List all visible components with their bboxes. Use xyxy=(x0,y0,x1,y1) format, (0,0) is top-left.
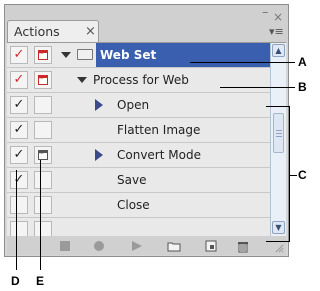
scroll-down-button[interactable]: ▼ xyxy=(272,221,285,234)
toggle-dialog-box[interactable] xyxy=(34,146,52,164)
toggle-item-checkbox xyxy=(10,221,28,237)
toggle-dialog-box[interactable] xyxy=(34,96,52,114)
toggle-dialog-box xyxy=(34,221,52,237)
panel-tab-bar: Actions × – × ▾≡ xyxy=(5,5,288,43)
actions-panel: Actions × – × ▾≡ ✓ Web Set ✓ Process for… xyxy=(4,4,289,257)
toggle-dialog-box[interactable] xyxy=(34,171,52,189)
command-name[interactable]: Open xyxy=(117,93,270,117)
stop-icon[interactable] xyxy=(59,240,71,252)
scroll-up-button[interactable]: ▲ xyxy=(272,44,285,57)
callout-line-b xyxy=(220,87,295,88)
callout-label-e: E xyxy=(36,274,45,288)
list-item[interactable]: ✓ Open xyxy=(7,93,286,118)
toggle-item-checkbox[interactable] xyxy=(10,196,28,214)
expand-triangle-icon[interactable] xyxy=(95,99,103,111)
callout-line-a xyxy=(190,62,295,63)
folder-icon xyxy=(77,49,93,60)
toggle-dialog-box[interactable] xyxy=(34,121,52,139)
list-item[interactable]: ✓ Process for Web xyxy=(7,68,286,93)
expand-triangle-icon[interactable] xyxy=(61,52,71,58)
thumb-grip xyxy=(276,133,282,134)
action-name[interactable]: Process for Web xyxy=(93,68,270,92)
toggle-dialog-box[interactable] xyxy=(34,46,52,64)
list-item[interactable]: ✓ Web Set xyxy=(7,43,286,68)
tab-actions[interactable]: Actions × xyxy=(7,20,99,43)
scroll-thumb[interactable] xyxy=(273,113,284,153)
toggle-item-checkbox[interactable]: ✓ xyxy=(10,146,28,164)
actions-toolbar xyxy=(7,236,286,255)
list-item[interactable]: ✓ Flatten Image xyxy=(7,118,286,143)
resize-grip-icon[interactable] xyxy=(275,244,284,253)
play-icon[interactable] xyxy=(131,240,143,252)
callout-bracket-c-bottom xyxy=(266,241,290,242)
thumb-grip xyxy=(276,130,282,131)
new-action-icon[interactable] xyxy=(205,240,217,252)
callout-label-a: A xyxy=(298,55,307,69)
panel-menu-icon[interactable]: ▾≡ xyxy=(269,26,284,37)
toggle-item-checkbox[interactable]: ✓ xyxy=(10,46,28,64)
trash-icon[interactable] xyxy=(237,240,249,253)
list-item[interactable]: ✓ Save xyxy=(7,168,286,193)
toggle-item-checkbox[interactable]: ✓ xyxy=(10,96,28,114)
close-icon[interactable]: × xyxy=(273,11,283,23)
actions-list: ✓ Web Set ✓ Process for Web ✓ Open ✓ Fla… xyxy=(7,42,286,237)
command-name[interactable]: Convert Mode xyxy=(117,143,270,167)
dialog-icon xyxy=(38,50,48,60)
set-name[interactable]: Web Set xyxy=(96,43,270,67)
vertical-scrollbar[interactable]: ▲ ▼ xyxy=(270,43,286,236)
command-name[interactable]: Save xyxy=(117,168,270,192)
minimize-icon[interactable]: – xyxy=(262,6,269,19)
toggle-item-checkbox[interactable]: ✓ xyxy=(10,171,28,189)
record-icon[interactable] xyxy=(93,240,105,252)
callout-bracket-c-top xyxy=(266,106,290,107)
command-name[interactable]: Close xyxy=(117,193,270,217)
expand-triangle-icon[interactable] xyxy=(77,77,87,83)
dialog-icon xyxy=(38,75,48,85)
list-item[interactable]: ✓ Convert Mode xyxy=(7,143,286,168)
callout-line-c xyxy=(289,175,297,176)
callout-label-d: D xyxy=(11,274,20,288)
thumb-grip xyxy=(276,136,282,137)
new-set-folder-icon[interactable] xyxy=(167,240,181,252)
toggle-item-checkbox[interactable]: ✓ xyxy=(10,121,28,139)
toggle-dialog-box[interactable] xyxy=(34,196,52,214)
tab-close-icon[interactable]: × xyxy=(85,21,96,43)
dialog-icon xyxy=(38,150,48,160)
command-name[interactable]: Flatten Image xyxy=(117,118,270,142)
toggle-item-checkbox[interactable]: ✓ xyxy=(10,71,28,89)
callout-line-d xyxy=(16,170,17,270)
callout-line-e xyxy=(40,160,41,270)
list-item[interactable]: Close xyxy=(7,193,286,218)
expand-triangle-icon[interactable] xyxy=(95,149,103,161)
tab-label: Actions xyxy=(14,24,60,39)
list-item-empty xyxy=(7,218,286,237)
callout-label-c: C xyxy=(298,168,307,182)
callout-label-b: B xyxy=(298,80,307,94)
callout-bracket-c xyxy=(289,106,290,242)
toggle-dialog-box[interactable] xyxy=(34,71,52,89)
